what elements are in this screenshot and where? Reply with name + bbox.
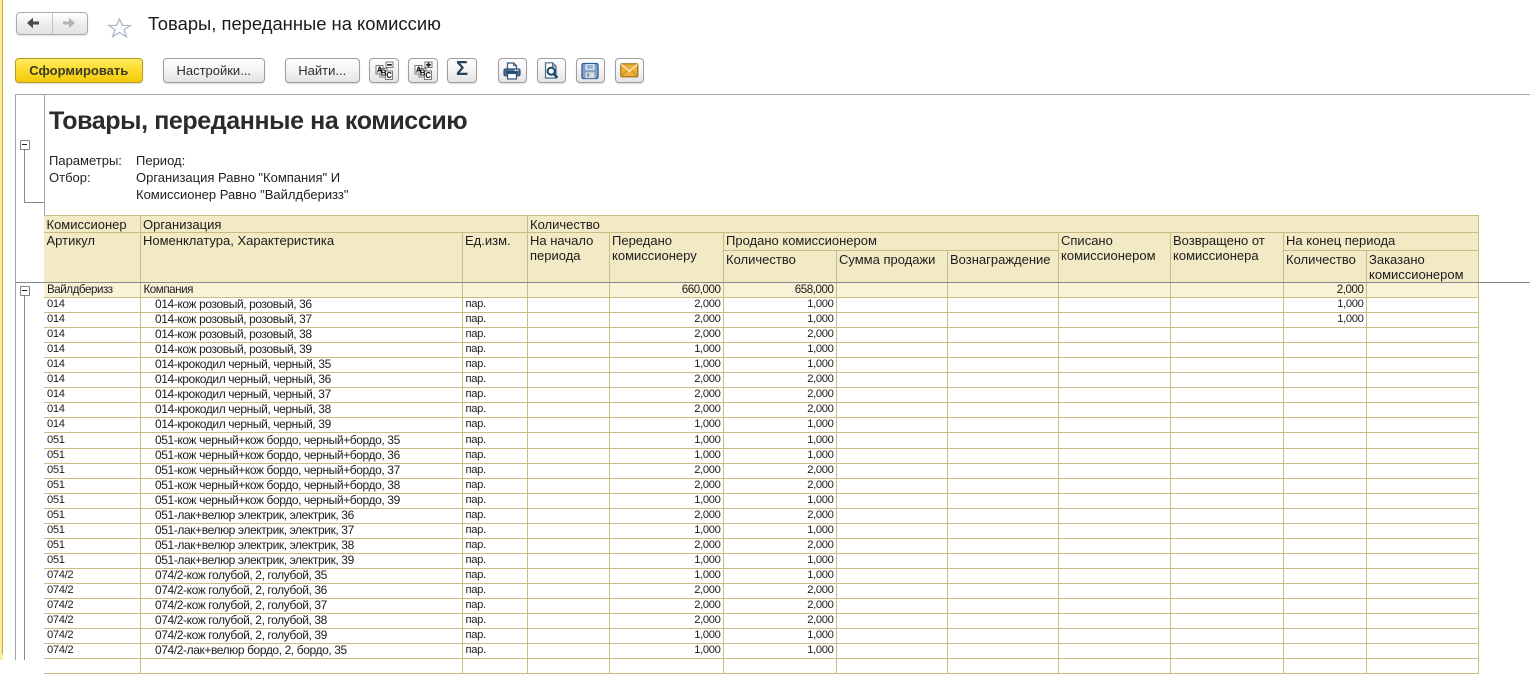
svg-text:C: C [386, 71, 392, 80]
svg-text:C: C [425, 71, 431, 80]
